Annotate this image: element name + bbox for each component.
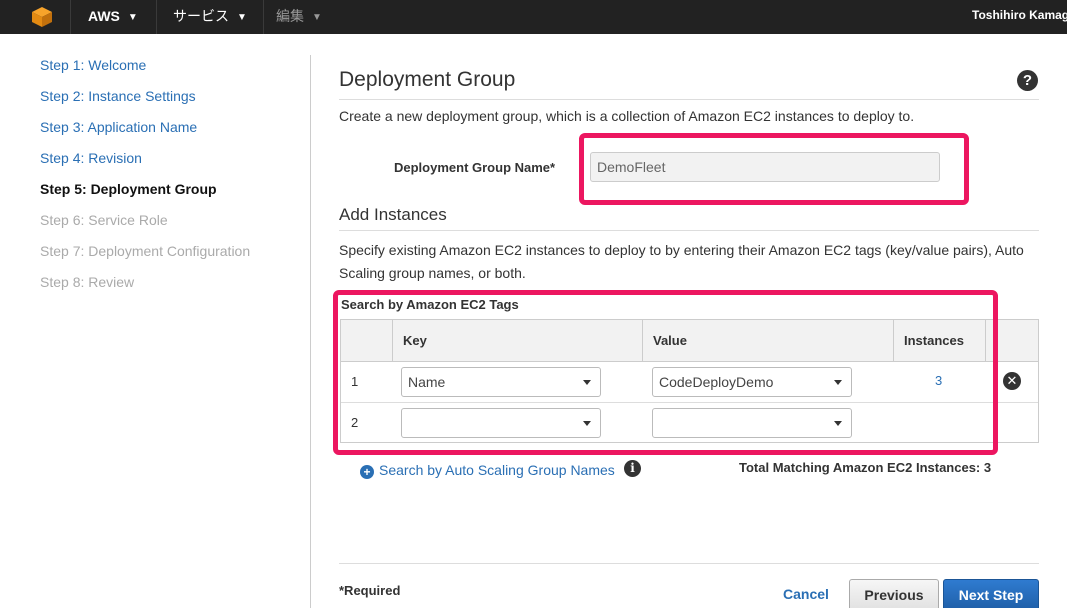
chevron-down-icon: ▼ xyxy=(237,12,247,23)
ec2-tags-title: Search by Amazon EC2 Tags xyxy=(341,297,519,312)
deployment-group-name-label: Deployment Group Name* xyxy=(394,160,556,175)
tag-value-select[interactable]: CodeDeployDemo xyxy=(652,367,852,397)
column-header-key: Key xyxy=(403,333,427,348)
edit-menu-label: 編集 xyxy=(276,8,304,24)
row-divider xyxy=(341,402,1038,403)
table-header: Key Value Instances xyxy=(341,320,1038,362)
add-instances-description: Specify existing Amazon EC2 instances to… xyxy=(339,242,1024,281)
step-review: Step 8: Review xyxy=(40,274,135,290)
chevron-down-icon: ▼ xyxy=(312,12,322,23)
step-service-role: Step 6: Service Role xyxy=(40,212,168,228)
page-description: Create a new deployment group, which is … xyxy=(339,108,915,124)
previous-button[interactable]: Previous xyxy=(849,579,939,608)
column-divider xyxy=(985,320,986,362)
tag-key-select[interactable]: Name xyxy=(401,367,601,397)
plus-circle-icon: + xyxy=(360,465,374,479)
title-divider xyxy=(339,99,1039,100)
section-divider xyxy=(339,230,1039,231)
aws-menu[interactable]: AWS ▼ xyxy=(88,0,138,34)
edit-menu[interactable]: 編集 ▼ xyxy=(276,0,322,34)
next-step-button[interactable]: Next Step xyxy=(943,579,1039,608)
tag-value-value: CodeDeployDemo xyxy=(659,374,774,390)
wizard-steps-sidebar: Step 1: Welcome Step 2: Instance Setting… xyxy=(0,34,310,608)
required-note: *Required xyxy=(339,583,401,598)
row-number: 2 xyxy=(351,415,359,430)
step-deployment-configuration: Step 7: Deployment Configuration xyxy=(40,243,251,259)
caret-down-icon xyxy=(583,421,591,426)
tag-key-value: Name xyxy=(408,374,446,390)
column-header-instances: Instances xyxy=(904,333,964,348)
page-title: Deployment Group xyxy=(339,68,516,91)
sidebar-divider xyxy=(310,55,311,608)
caret-down-icon xyxy=(583,380,591,385)
column-divider xyxy=(642,320,643,362)
remove-row-icon[interactable]: ✕ xyxy=(1003,372,1021,390)
info-icon[interactable]: i xyxy=(624,460,641,477)
services-menu-label: サービス xyxy=(173,8,229,24)
add-instances-title: Add Instances xyxy=(339,205,447,224)
nav-separator xyxy=(70,0,71,34)
help-icon[interactable]: ? xyxy=(1017,70,1038,91)
nav-separator xyxy=(156,0,157,34)
aws-menu-label: AWS xyxy=(88,8,120,24)
search-auto-scaling-link[interactable]: + Search by Auto Scaling Group Names xyxy=(360,462,615,479)
aws-cube-logo-icon[interactable] xyxy=(30,5,54,29)
column-divider xyxy=(893,320,894,362)
chevron-down-icon: ▼ xyxy=(127,12,138,23)
top-nav: AWS ▼ サービス ▼ 編集 ▼ Toshihiro Kamag xyxy=(0,0,1067,34)
nav-separator xyxy=(263,0,264,34)
row-number: 1 xyxy=(351,374,359,389)
deployment-group-name-input[interactable] xyxy=(590,152,940,182)
caret-down-icon xyxy=(834,421,842,426)
ec2-tags-table: Key Value Instances 1 Name CodeDeployDem… xyxy=(340,319,1039,443)
step-instance-settings-link[interactable]: Step 2: Instance Settings xyxy=(40,88,196,104)
user-menu[interactable]: Toshihiro Kamag xyxy=(972,0,1067,34)
caret-down-icon xyxy=(834,380,842,385)
step-welcome-link[interactable]: Step 1: Welcome xyxy=(40,57,146,73)
column-divider xyxy=(392,320,393,362)
asg-link-label: Search by Auto Scaling Group Names xyxy=(379,462,615,478)
total-matching-instances: Total Matching Amazon EC2 Instances: 3 xyxy=(739,460,992,475)
tag-key-select[interactable] xyxy=(401,408,601,438)
tag-value-select[interactable] xyxy=(652,408,852,438)
step-application-name-link[interactable]: Step 3: Application Name xyxy=(40,119,197,135)
column-header-value: Value xyxy=(653,333,687,348)
step-deployment-group-current: Step 5: Deployment Group xyxy=(40,181,217,197)
cancel-button[interactable]: Cancel xyxy=(783,586,829,602)
services-menu[interactable]: サービス ▼ xyxy=(173,0,247,34)
instances-count-link[interactable]: 3 xyxy=(935,373,942,388)
footer-divider xyxy=(339,563,1039,564)
step-revision-link[interactable]: Step 4: Revision xyxy=(40,150,142,166)
